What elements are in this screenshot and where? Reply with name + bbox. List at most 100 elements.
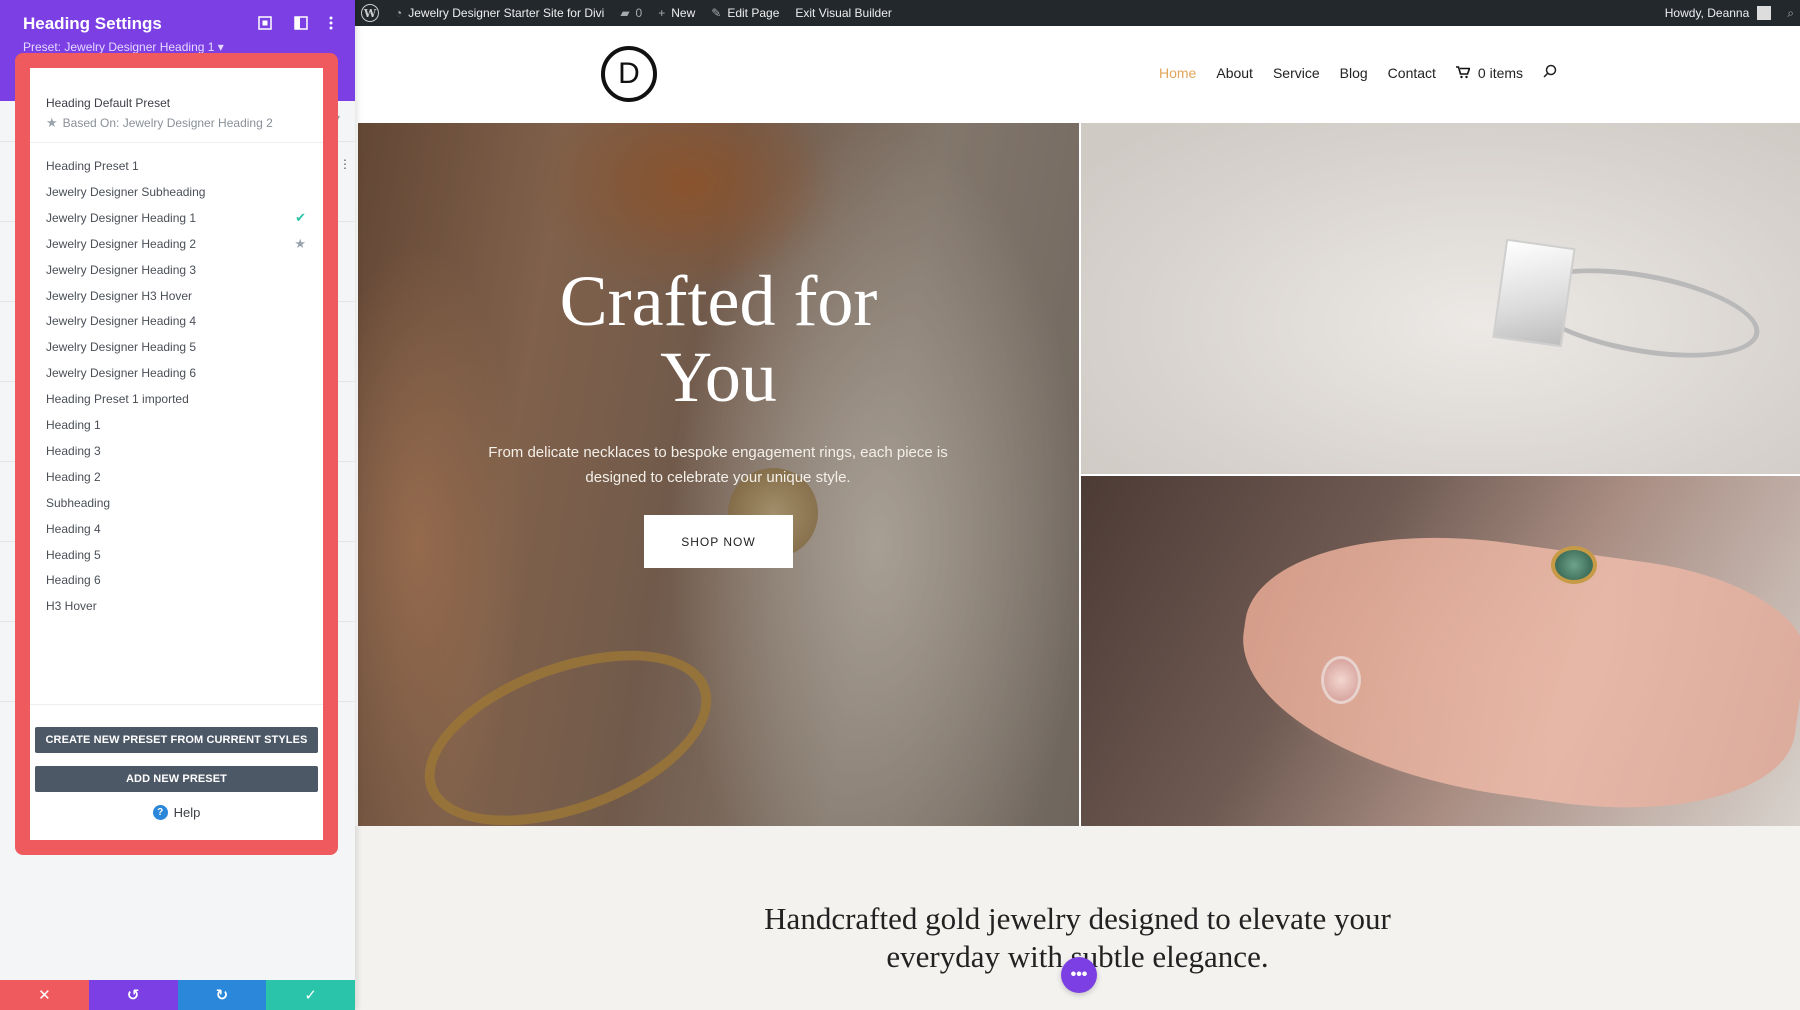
help-label: Help — [173, 805, 201, 820]
site-name-label: Jewelry Designer Starter Site for Divi — [408, 6, 605, 20]
nav-item-home[interactable]: Home — [1159, 65, 1196, 81]
more-options-icon[interactable] — [322, 14, 340, 32]
preset-item-label: Heading 4 — [46, 521, 101, 536]
preset-item[interactable]: Heading 4 — [46, 517, 306, 541]
based-on-label: ★ Based On: Jewelry Designer Heading 2 — [46, 115, 273, 131]
divider — [30, 142, 323, 143]
sidebar-layout-icon[interactable] — [292, 14, 310, 32]
preset-item-label: Heading 2 — [46, 469, 101, 484]
preset-item[interactable]: Heading 2 — [46, 465, 306, 489]
site-header: D Home About Service Blog Contact 0 item… — [355, 26, 1800, 123]
site-logo[interactable]: D — [601, 46, 657, 102]
preset-item-label: Jewelry Designer Heading 2 — [46, 236, 197, 251]
hero-title-line1: Crafted for — [559, 261, 878, 341]
help-icon: ? — [152, 805, 168, 820]
ring-stone-shape — [1492, 238, 1576, 348]
pencil-icon: ✎ — [711, 6, 722, 20]
divider — [30, 704, 323, 705]
preset-item[interactable]: Jewelry Designer Heading 1 ✔ — [46, 206, 306, 230]
add-new-preset-button[interactable]: ADD NEW PRESET — [35, 766, 318, 792]
preset-item[interactable]: Jewelry Designer H3 Hover — [46, 284, 306, 308]
undo-icon: ↺ — [126, 987, 140, 1004]
comment-icon: ▰ — [620, 6, 630, 20]
panel-action-bar: ✕ ↺ ↻ ✓ — [0, 980, 355, 1010]
preset-item-label: Jewelry Designer Heading 1 — [46, 210, 197, 225]
preset-item[interactable]: H3 Hover — [46, 594, 306, 618]
preset-item-label: Heading Preset 1 — [46, 159, 139, 173]
preset-item[interactable]: Jewelry Designer Heading 5 — [46, 335, 306, 359]
close-icon: ✕ — [38, 987, 51, 1004]
new-link[interactable]: + New — [658, 6, 695, 20]
pink-ring-shape — [1321, 656, 1361, 704]
logo-letter: D — [618, 57, 640, 90]
shop-now-button[interactable]: SHOP NOW — [644, 515, 793, 568]
search-icon[interactable] — [1543, 64, 1557, 81]
redo-button[interactable]: ↻ — [177, 980, 267, 1010]
site-name-link[interactable]: ◔ Jewelry Designer Starter Site for Divi — [395, 6, 604, 20]
help-link[interactable]: ? Help — [30, 805, 323, 820]
heading-settings-panel: Heading Settings Preset: Jewelry Designe… — [0, 0, 355, 1010]
preset-item[interactable]: Heading 6 — [46, 568, 306, 592]
comments-link[interactable]: ▰ 0 — [620, 6, 642, 20]
wp-admin-bar: W ◔ Jewelry Designer Starter Site for Di… — [355, 0, 1800, 26]
preset-item-label: Heading 3 — [46, 443, 101, 458]
cart-link[interactable]: 0 items — [1455, 65, 1523, 81]
preset-item[interactable]: Heading 1 — [46, 413, 306, 437]
preset-item[interactable]: Jewelry Designer Subheading — [46, 180, 306, 204]
preset-item[interactable]: Jewelry Designer Heading 6 — [46, 361, 306, 385]
hand-shape — [1226, 508, 1800, 826]
avatar[interactable] — [1757, 6, 1772, 20]
preset-item[interactable]: Heading Preset 1 — [46, 154, 306, 178]
comments-count: 0 — [635, 6, 643, 20]
nav-item-about[interactable]: About — [1216, 65, 1253, 81]
based-on-text: Based On: Jewelry Designer Heading 2 — [62, 116, 273, 130]
dashboard-icon: ◔ — [395, 6, 403, 20]
preset-item[interactable]: Heading 5 — [46, 543, 306, 567]
preset-item-label: Jewelry Designer Heading 6 — [46, 366, 197, 381]
hero-title: Crafted for You — [358, 263, 1079, 415]
create-preset-from-styles-button[interactable]: CREATE NEW PRESET FROM CURRENT STYLES — [35, 727, 318, 753]
drag-handle-icon[interactable]: ⋮ — [339, 157, 351, 171]
preset-item[interactable]: Heading 3 — [46, 439, 306, 463]
discard-button[interactable]: ✕ — [0, 980, 89, 1010]
hand-rings-image — [1081, 476, 1800, 826]
search-icon[interactable]: ⌕ — [1787, 6, 1794, 21]
cart-icon — [1455, 66, 1470, 79]
preset-item[interactable]: Jewelry Designer Heading 2 ★ — [46, 232, 306, 256]
check-icon: ✔ — [295, 209, 306, 225]
preset-item-label: Jewelry Designer Heading 4 — [46, 314, 197, 329]
green-ring-shape — [1551, 546, 1597, 584]
edit-page-label: Edit Page — [727, 6, 780, 20]
preset-item[interactable]: Subheading — [46, 491, 306, 515]
preset-item[interactable]: Heading Preset 1 imported — [46, 387, 306, 411]
tagline-line1: Handcrafted gold jewelry designed to ele… — [764, 901, 1391, 936]
default-preset-item[interactable]: Heading Default Preset — [46, 96, 170, 110]
nav-item-blog[interactable]: Blog — [1340, 65, 1368, 81]
preset-item-label: Heading Preset 1 imported — [46, 392, 189, 407]
save-button[interactable]: ✓ — [266, 980, 355, 1010]
expand-icon[interactable] — [256, 14, 274, 32]
preset-item-label: Heading 1 — [46, 418, 101, 432]
howdy-label[interactable]: Howdy, Deanna — [1665, 6, 1750, 20]
plus-icon: + — [658, 6, 666, 20]
preset-item[interactable]: Jewelry Designer Heading 3 — [46, 258, 306, 282]
edit-page-link[interactable]: ✎ Edit Page — [711, 6, 779, 20]
star-icon: ★ — [294, 235, 306, 251]
builder-options-button[interactable]: ••• — [1061, 957, 1097, 993]
undo-button[interactable]: ↺ — [88, 980, 178, 1010]
preset-item-label: Jewelry Designer Subheading — [46, 184, 206, 199]
nav-item-service[interactable]: Service — [1273, 65, 1320, 81]
preset-dropdown[interactable]: Preset: Jewelry Designer Heading 1 ▾ — [23, 40, 224, 54]
redo-icon: ↻ — [215, 987, 229, 1004]
hero-title-line2: You — [660, 337, 777, 417]
wordpress-logo-icon[interactable]: W — [361, 4, 379, 22]
new-label: New — [671, 6, 696, 20]
panel-title: Heading Settings — [23, 14, 162, 33]
exit-visual-builder-link[interactable]: Exit Visual Builder — [795, 6, 892, 20]
nav-item-contact[interactable]: Contact — [1388, 65, 1436, 81]
preset-item[interactable]: Jewelry Designer Heading 4 — [46, 309, 306, 333]
preset-item-label: Jewelry Designer Heading 5 — [46, 340, 197, 355]
preset-item-label: Jewelry Designer Heading 3 — [46, 262, 197, 277]
check-icon: ✓ — [304, 987, 317, 1004]
preset-item-label: Heading 5 — [46, 547, 101, 562]
